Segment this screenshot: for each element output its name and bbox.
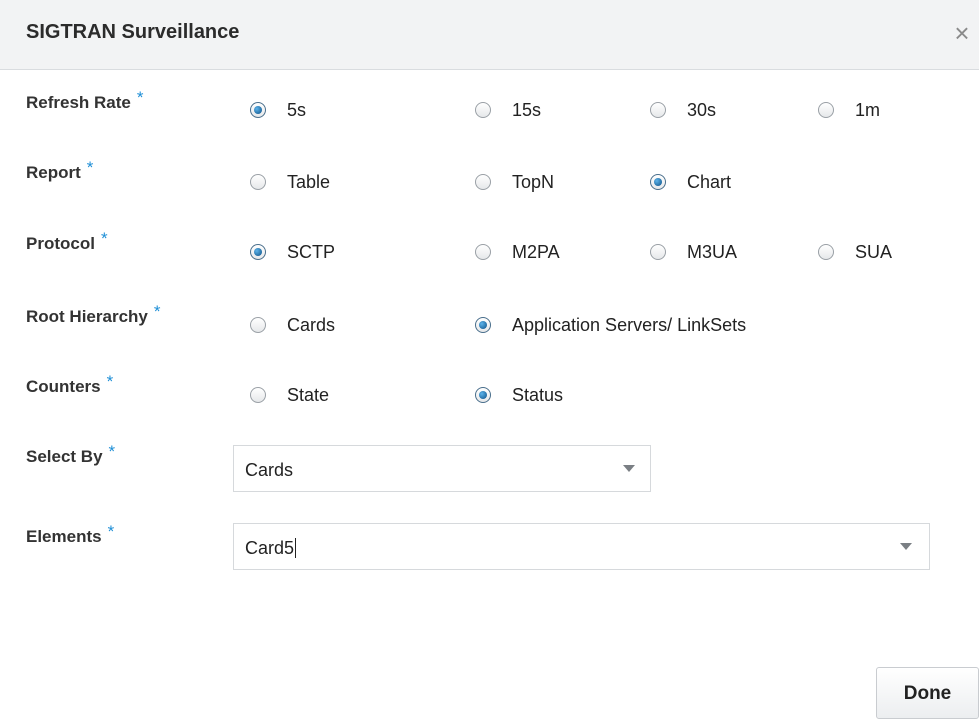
chevron-down-icon	[623, 465, 635, 472]
protocol-option-sctp[interactable]: SCTP	[250, 240, 335, 264]
protocol-option-m3ua[interactable]: M3UA	[650, 240, 737, 264]
done-button[interactable]: Done	[876, 667, 979, 719]
refresh-rate-option-5s[interactable]: 5s	[250, 98, 306, 122]
report-option-table[interactable]: Table	[250, 170, 330, 194]
radio-icon	[650, 102, 666, 118]
select-by-value: Cards	[245, 460, 294, 480]
required-marker: *	[100, 229, 108, 248]
text-cursor	[295, 538, 297, 558]
required-marker: *	[107, 522, 115, 541]
radio-icon	[250, 174, 266, 190]
radio-icon	[475, 102, 491, 118]
protocol-option-sua[interactable]: SUA	[818, 240, 892, 264]
sigtran-surveillance-dialog: SIGTRAN Surveillance × Refresh Rate * 5s …	[0, 0, 979, 719]
select-by-label: Select By *	[26, 442, 116, 466]
required-marker: *	[153, 302, 161, 321]
required-marker: *	[106, 372, 114, 391]
counters-label: Counters *	[26, 372, 114, 396]
root-hierarchy-label: Root Hierarchy *	[26, 302, 161, 326]
report-label: Report *	[26, 158, 94, 182]
counters-option-state[interactable]: State	[250, 383, 329, 407]
refresh-rate-option-1m[interactable]: 1m	[818, 98, 880, 122]
radio-selected-icon	[475, 387, 491, 403]
radio-icon	[818, 102, 834, 118]
chevron-down-icon	[900, 543, 912, 550]
refresh-rate-option-30s[interactable]: 30s	[650, 98, 716, 122]
close-icon[interactable]: ×	[948, 18, 976, 48]
radio-icon	[475, 244, 491, 260]
required-marker: *	[86, 158, 94, 177]
report-option-chart[interactable]: Chart	[650, 170, 731, 194]
required-marker: *	[108, 442, 116, 461]
radio-selected-icon	[475, 317, 491, 333]
elements-value: Card5	[245, 538, 297, 558]
report-option-topn[interactable]: TopN	[475, 170, 554, 194]
root-hierarchy-option-cards[interactable]: Cards	[250, 313, 335, 337]
radio-selected-icon	[250, 244, 266, 260]
refresh-rate-option-15s[interactable]: 15s	[475, 98, 541, 122]
radio-icon	[818, 244, 834, 260]
refresh-rate-label: Refresh Rate *	[26, 88, 144, 112]
elements-input[interactable]: Card5	[233, 523, 930, 570]
required-marker: *	[136, 88, 144, 107]
radio-icon	[475, 174, 491, 190]
protocol-label: Protocol *	[26, 229, 108, 253]
radio-icon	[250, 317, 266, 333]
dialog-title: SIGTRAN Surveillance	[26, 21, 240, 43]
counters-option-status[interactable]: Status	[475, 383, 563, 407]
radio-icon	[650, 244, 666, 260]
radio-icon	[250, 387, 266, 403]
elements-label: Elements *	[26, 522, 115, 546]
radio-selected-icon	[650, 174, 666, 190]
select-by-dropdown[interactable]: Cards	[233, 445, 651, 492]
root-hierarchy-option-application-servers[interactable]: Application Servers/ LinkSets	[475, 313, 746, 337]
dialog-header: SIGTRAN Surveillance ×	[0, 0, 979, 70]
protocol-option-m2pa[interactable]: M2PA	[475, 240, 560, 264]
radio-selected-icon	[250, 102, 266, 118]
